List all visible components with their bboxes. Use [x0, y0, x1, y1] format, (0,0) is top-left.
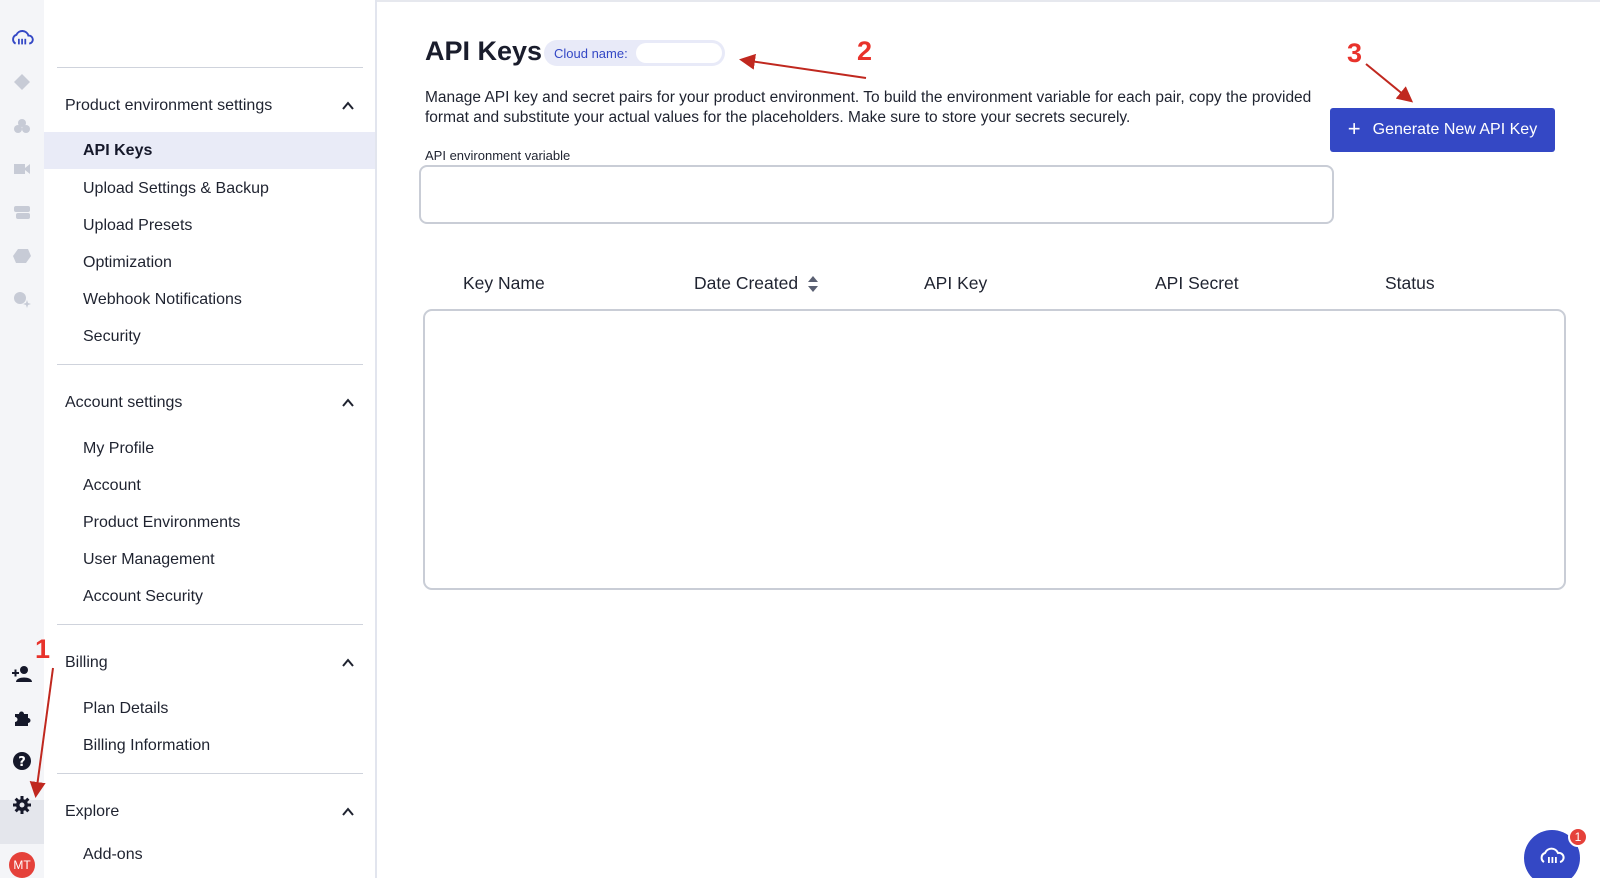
settings-nav: Product environment settings API Keys Up…: [44, 0, 377, 878]
help-icon[interactable]: ?: [10, 749, 34, 773]
section-title: Explore: [65, 803, 120, 820]
puzzle-icon[interactable]: [10, 706, 34, 730]
nav-item-add-ons[interactable]: Add-ons: [44, 836, 375, 873]
avatar[interactable]: MT: [9, 852, 35, 878]
cloud-name-value[interactable]: [636, 43, 722, 63]
settings-icon[interactable]: [10, 793, 34, 817]
generate-new-api-key-button[interactable]: + Generate New API Key: [1330, 108, 1555, 152]
column-header-api-key: API Key: [924, 273, 988, 293]
nav-item-account-security[interactable]: Account Security: [44, 578, 375, 615]
column-header-status: Status: [1385, 273, 1435, 293]
api-keys-table: [423, 309, 1566, 590]
nav-divider: [57, 67, 363, 68]
nav-item-account[interactable]: Account: [44, 467, 375, 504]
assets-icon[interactable]: [10, 114, 34, 138]
column-header-api-secret: API Secret: [1155, 273, 1239, 293]
cloud-name-label: Cloud name:: [554, 45, 628, 61]
column-header-date-created[interactable]: Date Created: [694, 273, 819, 294]
nav-divider: [57, 624, 363, 625]
nav-item-product-environments[interactable]: Product Environments: [44, 504, 375, 541]
icon-rail: ? MT: [0, 0, 44, 878]
section-explore[interactable]: Explore: [44, 794, 375, 830]
section-title: Account settings: [65, 394, 183, 411]
annotation-1: 1: [35, 634, 51, 664]
nav-divider: [57, 364, 363, 365]
layers-icon[interactable]: [10, 200, 34, 224]
chevron-up-icon: [342, 398, 354, 407]
section-title: Product environment settings: [65, 97, 273, 114]
cube-icon[interactable]: [10, 244, 34, 268]
svg-text:?: ?: [18, 755, 26, 770]
env-variable-label: API environment variable: [425, 148, 571, 163]
nav-item-api-keys[interactable]: API Keys: [44, 132, 375, 169]
nav-item-my-profile[interactable]: My Profile: [44, 430, 375, 467]
column-header-key-name: Key Name: [463, 273, 545, 293]
main-content: API Keys Cloud name: Manage API key and …: [378, 0, 1600, 878]
nav-item-security[interactable]: Security: [44, 318, 375, 355]
nav-item-upload-presets[interactable]: Upload Presets: [44, 207, 375, 244]
env-variable-field[interactable]: [419, 165, 1334, 224]
page-description: Manage API key and secret pairs for your…: [425, 89, 1312, 126]
column-header-label: Date Created: [694, 273, 799, 293]
nav-item-billing-information[interactable]: Billing Information: [44, 727, 375, 764]
page-title: API Keys: [425, 36, 543, 66]
section-billing[interactable]: Billing: [44, 645, 375, 681]
chat-badge: 1: [1568, 827, 1588, 847]
video-icon[interactable]: [10, 157, 34, 181]
cloud-name-badge: Cloud name:: [544, 40, 725, 66]
chevron-up-icon: [342, 101, 354, 110]
nav-item-upload-settings[interactable]: Upload Settings & Backup: [44, 170, 375, 207]
add-user-icon[interactable]: [10, 662, 34, 686]
section-product-environment-settings[interactable]: Product environment settings: [44, 88, 375, 124]
nav-item-optimization[interactable]: Optimization: [44, 244, 375, 281]
sparkle-icon[interactable]: [10, 287, 34, 311]
annotation-2: 2: [857, 36, 873, 66]
plus-icon: +: [1347, 116, 1361, 141]
section-account-settings[interactable]: Account settings: [44, 385, 375, 421]
nav-divider: [57, 773, 363, 774]
chevron-up-icon: [342, 658, 354, 667]
sort-icon[interactable]: [807, 275, 819, 293]
nav-item-webhook-notifications[interactable]: Webhook Notifications: [44, 281, 375, 318]
chevron-up-icon: [342, 807, 354, 816]
cloudinary-logo-icon[interactable]: [10, 26, 34, 50]
nav-item-user-management[interactable]: User Management: [44, 541, 375, 578]
nav-item-plan-details[interactable]: Plan Details: [44, 690, 375, 727]
section-title: Billing: [65, 654, 108, 671]
generate-button-label: Generate New API Key: [1372, 121, 1538, 138]
diamond-icon[interactable]: [10, 70, 34, 94]
annotation-3: 3: [1347, 38, 1363, 68]
